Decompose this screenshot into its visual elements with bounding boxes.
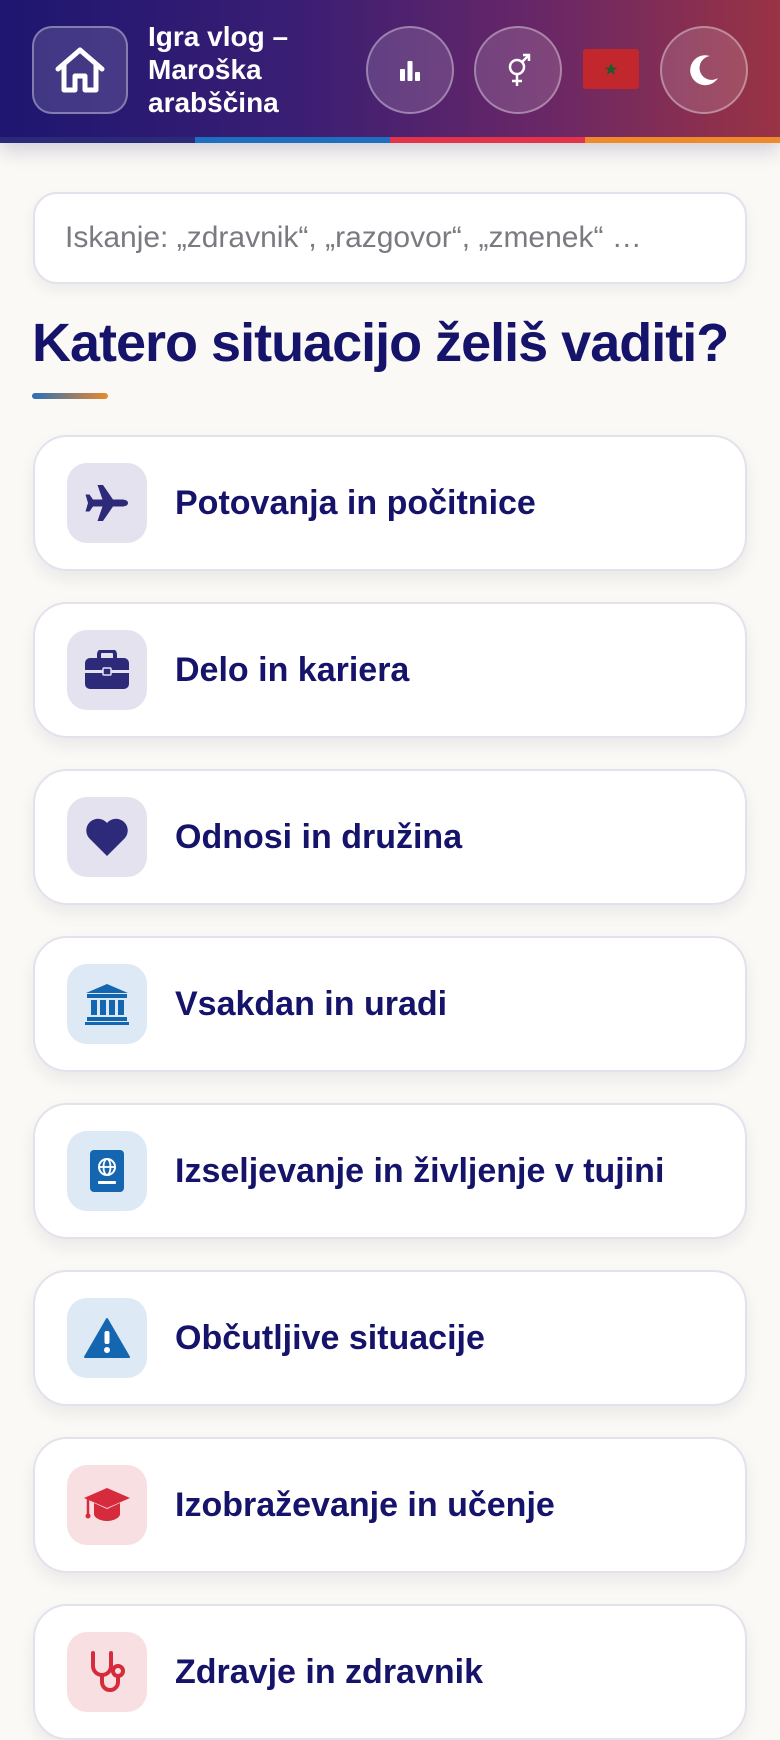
stripe-segment [585,137,780,143]
app-header: Igra vlog – Maroška arabščina [0,0,780,143]
category-card-emigration[interactable]: Izseljevanje in življenje v tujini [33,1103,747,1239]
category-card-travel[interactable]: Potovanja in počitnice [33,435,747,571]
morocco-flag-icon [604,63,618,75]
category-card-sensitive[interactable]: Občutljive situacije [33,1270,747,1406]
warning-icon [84,1318,130,1358]
category-label: Odnosi in družina [175,818,463,856]
stripe-segment [195,137,390,143]
graduation-cap-icon [84,1488,130,1521]
heart-icon [86,818,128,856]
bank-icon [85,984,129,1025]
category-label: Delo in kariera [175,651,410,689]
category-card-everyday[interactable]: Vsakdan in uradi [33,936,747,1072]
theme-toggle-button[interactable] [660,26,748,114]
card-icon-box [67,797,147,877]
header-color-stripe [0,137,780,143]
category-label: Izobraževanje in učenje [175,1486,555,1524]
category-card-work[interactable]: Delo in kariera [33,602,747,738]
stripe-segment [0,137,195,143]
page-title: Katero situacijo želiš vaditi? [32,313,729,373]
category-label: Vsakdan in uradi [175,985,448,1023]
home-button[interactable] [32,26,128,114]
gender-button[interactable] [474,26,562,114]
search-box[interactable] [33,192,747,284]
stats-button[interactable] [366,26,454,114]
search-input[interactable] [65,194,725,282]
category-label: Zdravje in zdravnik [175,1653,483,1691]
category-label: Občutljive situacije [175,1319,485,1357]
card-icon-box [67,1298,147,1378]
gender-icon [508,53,531,86]
stripe-segment [390,137,585,143]
card-icon-box [67,1632,147,1712]
card-icon-box [67,964,147,1044]
category-label: Izseljevanje in življenje v tujini [175,1152,665,1190]
stethoscope-icon [91,1651,125,1692]
passport-icon [90,1150,124,1192]
category-card-health[interactable]: Zdravje in zdravnik [33,1604,747,1740]
card-icon-box [67,1131,147,1211]
app-title: Igra vlog – Maroška arabščina [148,21,289,118]
moon-icon [690,55,718,86]
language-flag[interactable] [583,49,639,89]
airplane-icon [85,485,128,521]
card-icon-box [67,630,147,710]
card-icon-box [67,463,147,543]
title-underline [32,393,108,399]
category-card-relationships[interactable]: Odnosi in družina [33,769,747,905]
home-icon [55,47,105,93]
category-label: Potovanja in počitnice [175,484,536,522]
card-icon-box [67,1465,147,1545]
bar-chart-icon [400,61,420,81]
briefcase-icon [85,650,129,689]
category-card-education[interactable]: Izobraževanje in učenje [33,1437,747,1573]
